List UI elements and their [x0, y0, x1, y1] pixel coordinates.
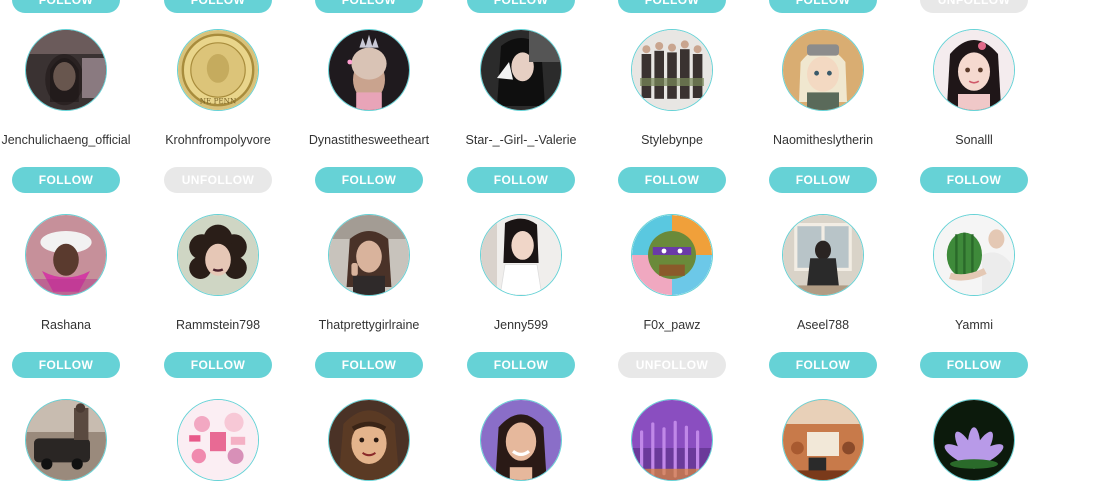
user-avatar[interactable] — [631, 214, 713, 296]
user-avatar[interactable] — [177, 214, 259, 296]
username-link[interactable]: Star-_-Girl-_-Valerie — [466, 133, 577, 147]
follow-button[interactable]: FOLLOW — [164, 352, 272, 378]
follow-button[interactable]: FOLLOW — [769, 352, 877, 378]
username-link[interactable]: Aseel788 — [797, 318, 849, 332]
username-link[interactable]: Rashana — [41, 318, 91, 332]
unfollow-button[interactable]: UNFOLLOW — [618, 352, 726, 378]
follow-button[interactable]: FOLLOW — [12, 167, 120, 193]
username-link[interactable]: Yammi — [955, 318, 993, 332]
user-avatar[interactable] — [25, 214, 107, 296]
username-link[interactable]: Krohnfrompolyvore — [165, 133, 271, 147]
follow-button[interactable]: FOLLOW — [769, 0, 877, 13]
username-link[interactable]: Stylebynpe — [641, 133, 703, 147]
user-avatar[interactable] — [25, 399, 107, 481]
username-link[interactable]: Jenny599 — [494, 318, 548, 332]
username-link[interactable]: Naomitheslytherin — [773, 133, 873, 147]
follow-button[interactable]: FOLLOW — [315, 0, 423, 13]
user-avatar[interactable] — [933, 214, 1015, 296]
follow-button[interactable]: FOLLOW — [920, 352, 1028, 378]
user-avatar[interactable] — [782, 29, 864, 111]
user-avatar[interactable] — [631, 399, 713, 481]
unfollow-button[interactable]: UNFOLLOW — [164, 167, 272, 193]
user-avatar[interactable] — [933, 399, 1015, 481]
follow-button[interactable]: FOLLOW — [920, 167, 1028, 193]
username-link[interactable]: Rammstein798 — [176, 318, 260, 332]
user-avatar[interactable] — [782, 399, 864, 481]
user-avatar[interactable] — [631, 29, 713, 111]
follow-button[interactable]: FOLLOW — [164, 0, 272, 13]
follow-button[interactable]: FOLLOW — [618, 0, 726, 13]
follow-button[interactable]: FOLLOW — [12, 0, 120, 13]
user-avatar[interactable] — [328, 399, 410, 481]
user-avatar[interactable] — [782, 214, 864, 296]
username-link[interactable]: Jenchulichaeng_official — [1, 133, 130, 147]
follow-button[interactable]: FOLLOW — [315, 352, 423, 378]
user-avatar[interactable] — [177, 399, 259, 481]
follow-button[interactable]: FOLLOW — [769, 167, 877, 193]
svg-text:NE PENN: NE PENN — [200, 97, 236, 106]
follow-button[interactable]: FOLLOW — [467, 167, 575, 193]
username-link[interactable]: Dynastithesweetheart — [309, 133, 429, 147]
username-link[interactable]: F0x_pawz — [644, 318, 701, 332]
user-avatar[interactable] — [328, 29, 410, 111]
follow-button[interactable]: FOLLOW — [12, 352, 120, 378]
unfollow-button[interactable]: UNFOLLOW — [920, 0, 1028, 13]
user-avatar[interactable] — [933, 29, 1015, 111]
username-link[interactable]: Thatprettygirlraine — [319, 318, 420, 332]
user-avatar[interactable] — [480, 214, 562, 296]
user-avatar[interactable]: NE PENN — [177, 29, 259, 111]
username-link[interactable]: Sonalll — [955, 133, 993, 147]
user-avatar[interactable] — [480, 29, 562, 111]
user-avatar[interactable] — [328, 214, 410, 296]
user-avatar[interactable] — [480, 399, 562, 481]
follow-button[interactable]: FOLLOW — [467, 0, 575, 13]
follow-button[interactable]: FOLLOW — [618, 167, 726, 193]
user-grid: FOLLOW FOLLOW FOLLOW FOLLOW FOLLOW FOLLOW UNFO… — [0, 0, 1114, 496]
user-avatar[interactable] — [25, 29, 107, 111]
follow-button[interactable]: FOLLOW — [467, 352, 575, 378]
follow-button[interactable]: FOLLOW — [315, 167, 423, 193]
